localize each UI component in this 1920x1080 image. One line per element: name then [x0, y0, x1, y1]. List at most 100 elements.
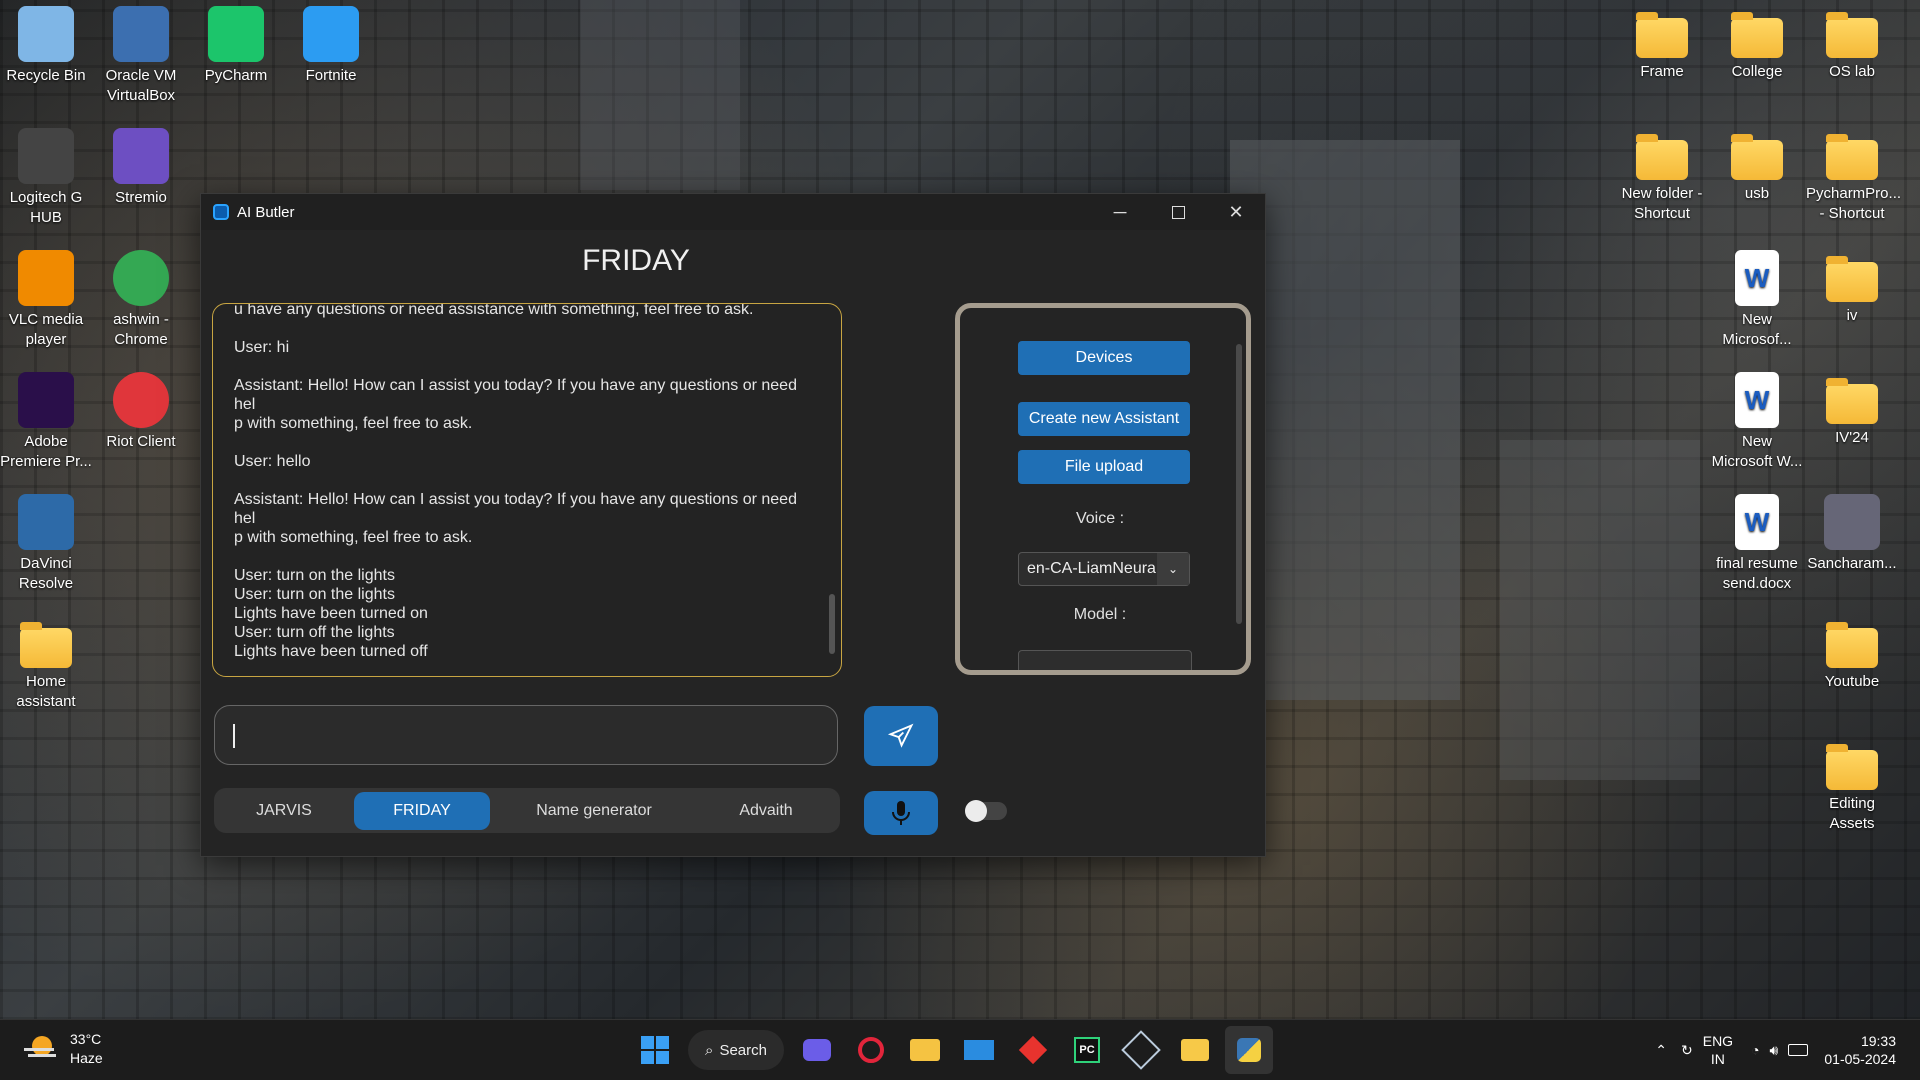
- maximize-button[interactable]: [1149, 194, 1207, 230]
- desktop-icon[interactable]: VLC media player: [0, 250, 92, 350]
- folder-icon: [1826, 378, 1878, 424]
- wifi-icon[interactable]: ◔: [1751, 1042, 1759, 1058]
- window-titlebar[interactable]: AI Butler ─ ✕: [201, 194, 1265, 230]
- desktop-icon[interactable]: PycharmPro... - Shortcut: [1806, 128, 1901, 224]
- create-assistant-button[interactable]: Create new Assistant: [1018, 402, 1190, 436]
- devices-button[interactable]: Devices: [1018, 341, 1190, 375]
- desktop-icon[interactable]: OS lab: [1806, 6, 1898, 82]
- desktop-icon[interactable]: DaVinci Resolve: [0, 494, 92, 594]
- toggle-knob: [965, 800, 987, 822]
- folder-icon: [20, 622, 72, 668]
- chat-scrollbar[interactable]: [829, 594, 835, 654]
- desktop-icon-label: Logitech G HUB: [9, 189, 83, 226]
- send-button[interactable]: [864, 706, 938, 766]
- desktop-icon[interactable]: Editing Assets: [1806, 738, 1898, 834]
- desktop-icon[interactable]: Oracle VM VirtualBox: [95, 6, 187, 106]
- close-button[interactable]: ✕: [1207, 194, 1265, 230]
- model-label: Model :: [1073, 606, 1127, 623]
- settings-scrollbar[interactable]: [1236, 344, 1242, 624]
- desktop-icon[interactable]: IV'24: [1806, 372, 1898, 448]
- taskbar-search[interactable]: ⌕ Search: [688, 1030, 784, 1070]
- taskbar-folder[interactable]: [1171, 1026, 1219, 1074]
- chat-log[interactable]: u have any questions or need assistance …: [212, 303, 842, 677]
- search-label: Search: [719, 1041, 767, 1059]
- language-indicator[interactable]: ENG IN: [1703, 1032, 1733, 1068]
- tab-jarvis[interactable]: JARVIS: [214, 792, 354, 830]
- weather-desc: Haze: [70, 1050, 103, 1066]
- clock-time: 19:33: [1860, 1033, 1896, 1049]
- battery-icon[interactable]: [1788, 1044, 1809, 1056]
- desktop-icon-label: DaVinci Resolve: [18, 555, 74, 592]
- send-icon: [887, 723, 914, 748]
- sync-icon[interactable]: ↻: [1681, 1042, 1693, 1059]
- desktop-icon[interactable]: College: [1711, 6, 1803, 82]
- folder-icon: [1181, 1039, 1209, 1061]
- folder-icon: [1636, 12, 1688, 58]
- text-caret: [233, 724, 235, 748]
- desktop-icon[interactable]: Adobe Premiere Pr...: [0, 372, 92, 472]
- desktop-icon-label: OS lab: [1829, 63, 1875, 80]
- taskbar-app-red[interactable]: [1009, 1026, 1057, 1074]
- clock-date: 01-05-2024: [1824, 1051, 1896, 1067]
- desktop-icon[interactable]: usb: [1711, 128, 1803, 204]
- message-input[interactable]: [214, 705, 838, 765]
- stremio-icon: [113, 128, 169, 184]
- folder-icon: [1826, 256, 1878, 302]
- volume-icon[interactable]: 🔊︎: [1770, 1042, 1779, 1059]
- taskbar-pycharm[interactable]: PC: [1063, 1026, 1111, 1074]
- weather-widget[interactable]: 33°C Haze: [24, 1030, 103, 1068]
- desktop-icon[interactable]: Wfinal resume send.docx: [1711, 494, 1803, 594]
- taskbar-python-app[interactable]: [1225, 1026, 1273, 1074]
- desktop-icon-label: Oracle VM VirtualBox: [105, 67, 177, 104]
- page-title: FRIDAY: [582, 244, 690, 277]
- file-upload-button[interactable]: File upload: [1018, 450, 1190, 484]
- desktop-icon[interactable]: ashwin - Chrome: [95, 250, 187, 350]
- chevron-up-icon[interactable]: ⌃: [1655, 1042, 1667, 1059]
- desktop-icon-label: College: [1731, 63, 1783, 80]
- desktop-icon[interactable]: Riot Client: [95, 372, 187, 452]
- search-icon: ⌕: [705, 1041, 714, 1059]
- lang-region: IN: [1710, 1051, 1725, 1067]
- desktop-icon-label: VLC media player: [8, 311, 84, 348]
- desktop-icon[interactable]: New folder - Shortcut: [1616, 128, 1708, 224]
- mode-toggle[interactable]: [965, 800, 1007, 822]
- desktop-icon[interactable]: Fortnite: [285, 6, 377, 86]
- taskbar-virtualbox[interactable]: [1117, 1026, 1165, 1074]
- folder-icon: [1826, 744, 1878, 790]
- desktop-icon-label: Recycle Bin: [6, 67, 86, 84]
- desktop-icon[interactable]: Logitech G HUB: [0, 128, 92, 228]
- desktop-icon[interactable]: iv: [1806, 250, 1898, 326]
- mic-button[interactable]: [864, 791, 938, 835]
- window-content: FRIDAY u have any questions or need assi…: [201, 230, 1265, 856]
- desktop-icon[interactable]: PyCharm: [190, 6, 282, 86]
- desktop-icon[interactable]: W New Microsof...: [1711, 250, 1803, 350]
- tab-advaith[interactable]: Advaith: [698, 792, 834, 830]
- desktop-icon[interactable]: Frame: [1616, 6, 1708, 82]
- tab-friday[interactable]: FRIDAY: [354, 791, 490, 830]
- taskbar-explorer[interactable]: [901, 1026, 949, 1074]
- taskbar-mail[interactable]: [955, 1026, 1003, 1074]
- voice-select[interactable]: en-CA-LiamNeural ⌄: [1018, 552, 1190, 586]
- desktop-icon[interactable]: W New Microsoft W...: [1711, 372, 1803, 472]
- model-select[interactable]: [1018, 650, 1192, 670]
- desktop-icon[interactable]: Youtube: [1806, 616, 1898, 692]
- weather-temp: 33°C: [70, 1031, 102, 1047]
- desktop-icon-label: Sancharam...: [1807, 555, 1897, 572]
- start-button[interactable]: [631, 1026, 679, 1074]
- taskbar: 33°C Haze ⌕ Search PC ⌃ ↻ ENG IN ◔ 🔊︎ 19…: [0, 1019, 1920, 1080]
- minimize-button[interactable]: ─: [1091, 194, 1149, 230]
- maximize-icon: [1171, 205, 1185, 219]
- desktop-icon[interactable]: Home assistant: [0, 616, 92, 712]
- clock[interactable]: 19:33 01-05-2024: [1824, 1032, 1896, 1068]
- desktop-icon[interactable]: Stremio: [95, 128, 187, 208]
- taskbar-opera[interactable]: [847, 1026, 895, 1074]
- logitech-icon: [18, 128, 74, 184]
- desktop-icon[interactable]: Sancharam...: [1806, 494, 1898, 574]
- desktop-icon-label: Home assistant: [16, 673, 76, 710]
- pycharm-icon: [208, 6, 264, 62]
- haze-weather-icon: [24, 1036, 58, 1062]
- tab-name-generator[interactable]: Name generator: [490, 792, 698, 830]
- taskbar-meet[interactable]: [793, 1026, 841, 1074]
- settings-panel: Devices Create new Assistant File upload…: [955, 303, 1251, 675]
- desktop-icon[interactable]: Recycle Bin: [0, 6, 92, 86]
